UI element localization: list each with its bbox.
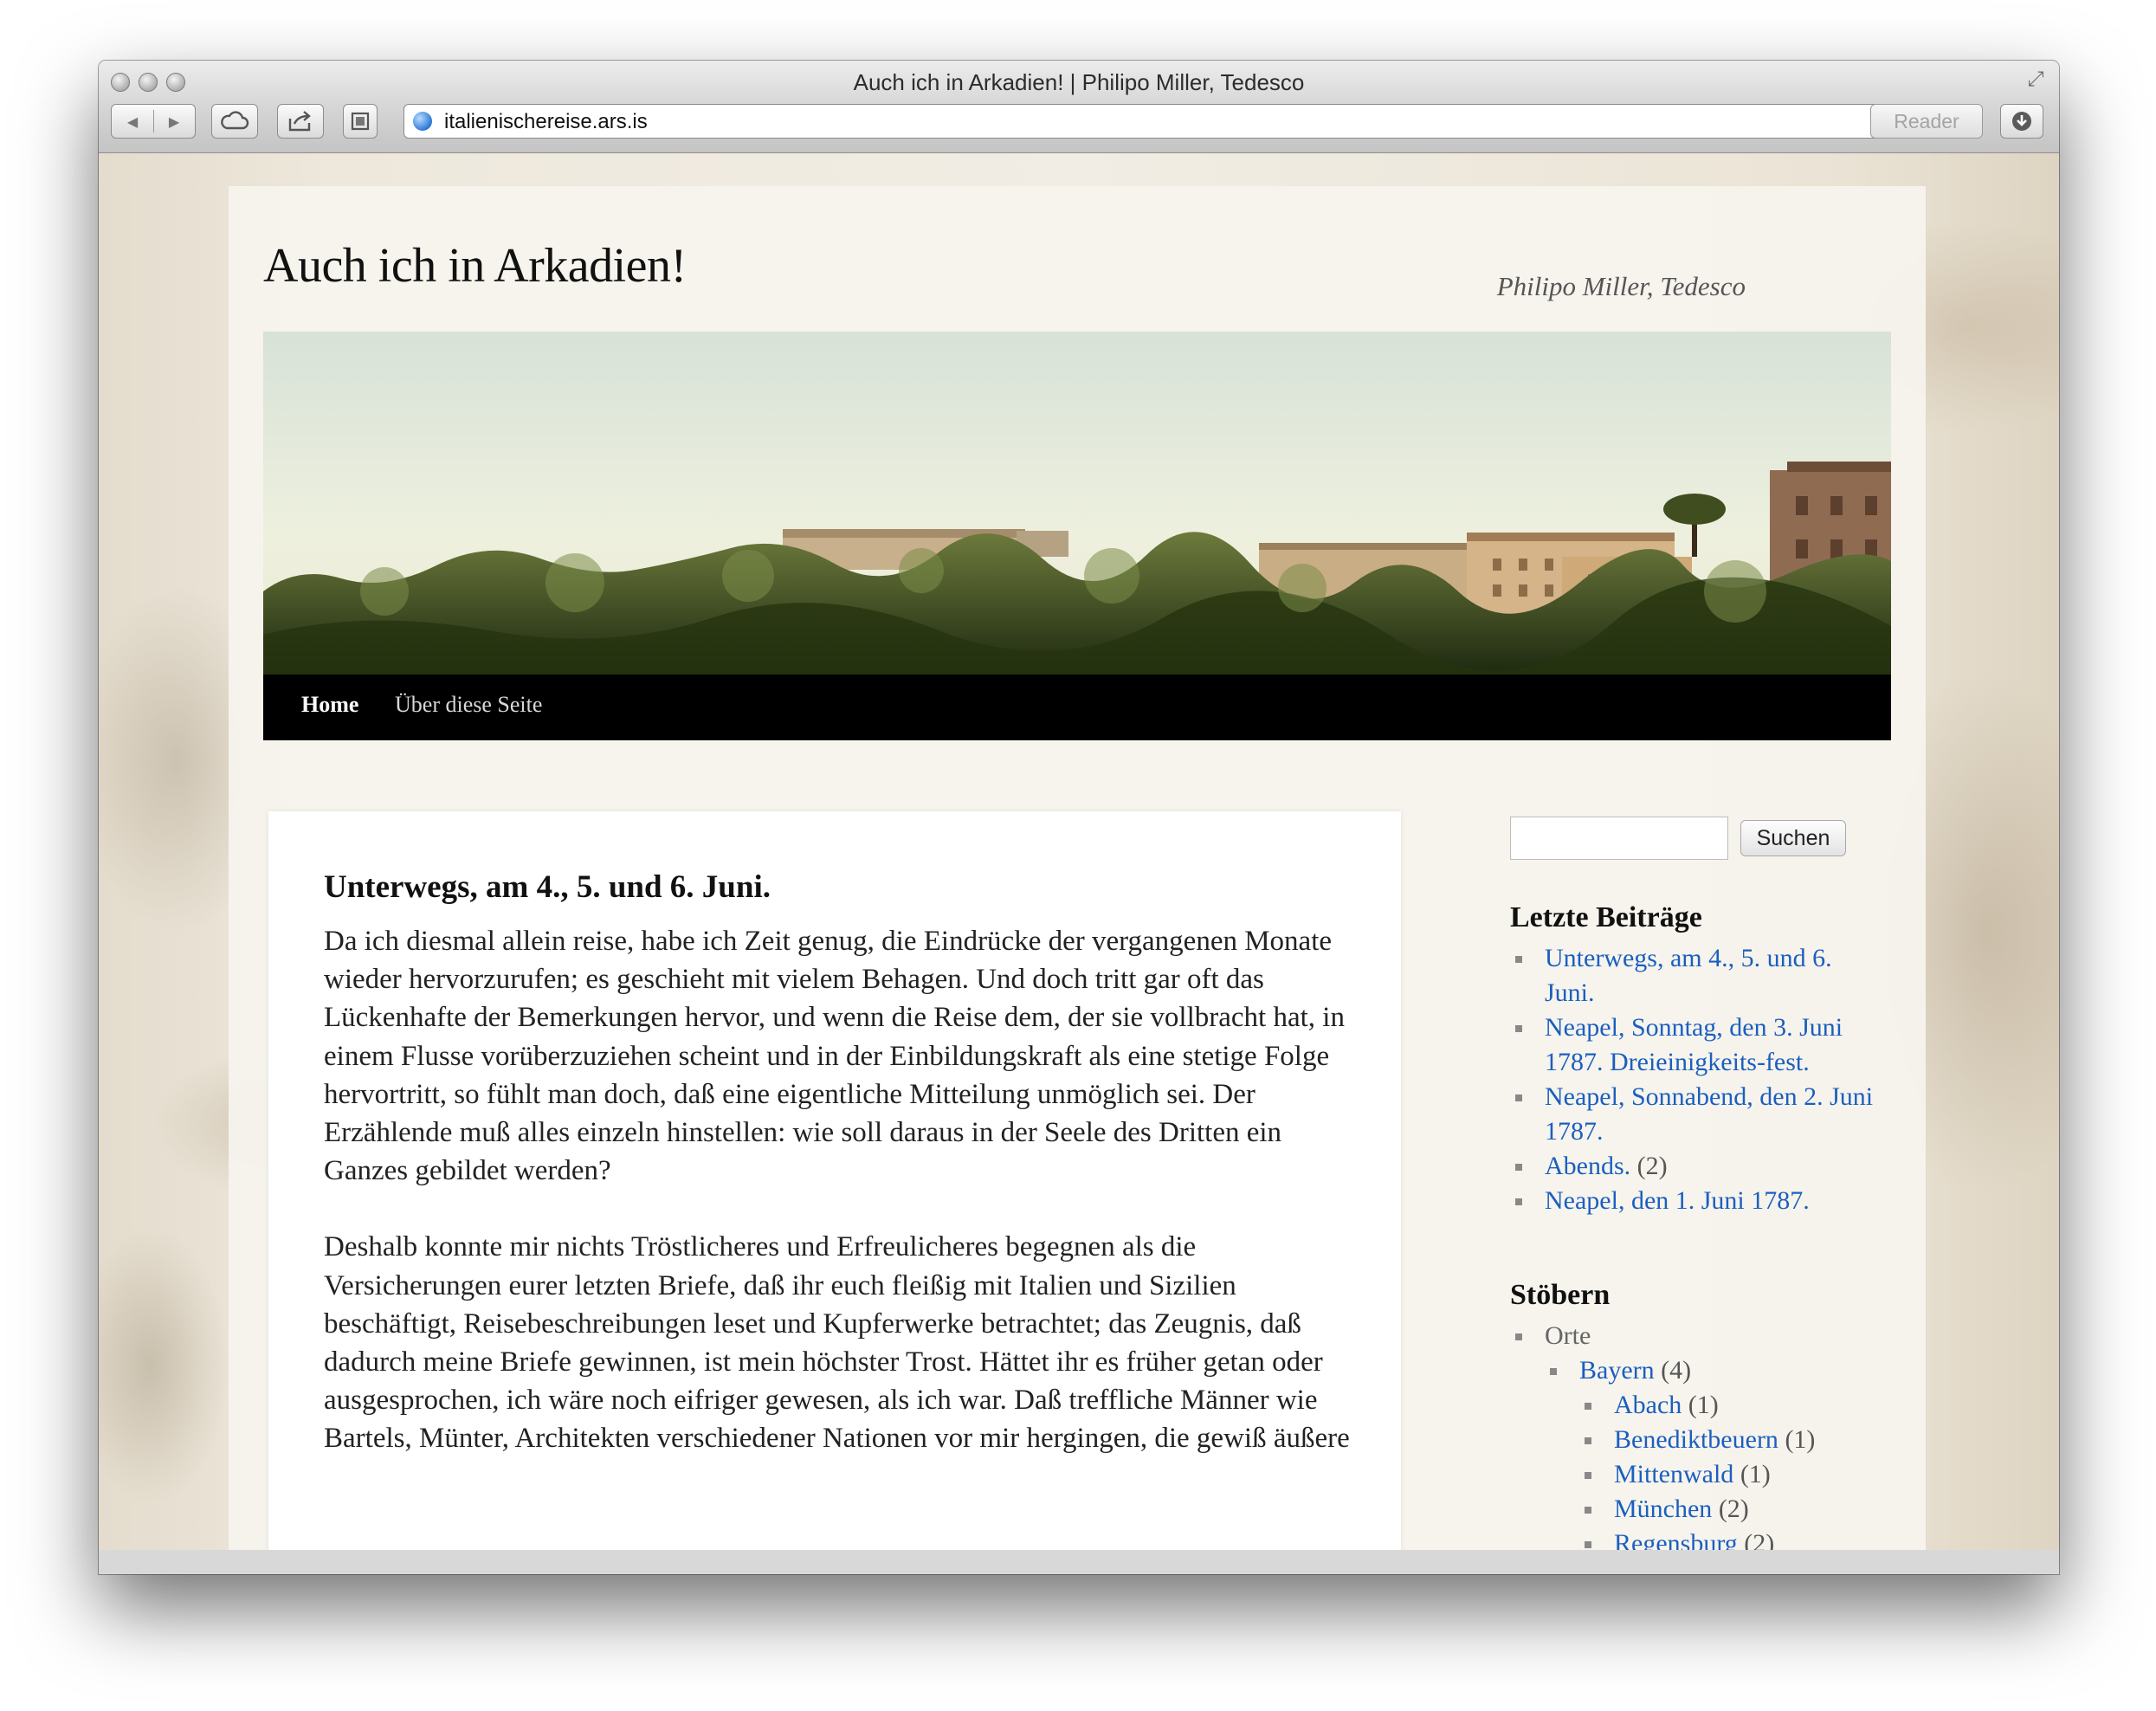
reading-list-button[interactable] [343,104,378,139]
search-button[interactable]: Suchen [1740,820,1846,856]
post-count: (2) [1636,1152,1668,1180]
category-count: (4) [1661,1356,1692,1385]
category-label: Orte [1545,1321,1591,1350]
site-title[interactable]: Auch ich in Arkadien! [263,238,687,294]
post-title[interactable]: Unterwegs, am 4., 5. und 6. Juni. [324,868,771,906]
menu-item-home[interactable]: Home [301,692,358,718]
list-item: Unterwegs, am 4., 5. und 6. Juni. [1510,941,1882,1010]
list-item: München (2) [1579,1492,1882,1527]
site-description: Philipo Miller, Tedesco [1496,271,1746,301]
post-paragraph: Da ich diesmal allein reise, habe ich Ze… [324,926,1345,1187]
fullscreen-icon[interactable]: ⤢ [2024,68,2047,90]
icloud-tabs-button[interactable] [211,104,258,139]
recent-post-link[interactable]: Unterwegs, am 4., 5. und 6. Juni. [1545,944,1832,1007]
menu-item-about[interactable]: Über diese Seite [395,692,542,718]
landscape-image [263,332,1891,675]
url-text: italienischereise.ars.is [444,110,648,133]
category-link[interactable]: Mittenwald [1614,1460,1733,1488]
back-forward-buttons: ◀ ▶ [111,104,196,139]
header-image[interactable] [263,332,1891,675]
downloads-button[interactable] [2000,104,2043,139]
share-icon [288,111,311,132]
list-item: Neapel, Sonnabend, den 2. Juni 1787. [1510,1080,1882,1149]
post-paragraph: Deshalb konnte mir nichts Tröstlicheres … [324,1231,1350,1455]
browser-window: Auch ich in Arkadien! | Philipo Miller, … [99,61,2059,1574]
page-container: Auch ich in Arkadien! Philipo Miller, Te… [229,186,1926,1550]
category-count: (1) [1688,1391,1719,1419]
recent-posts-list: Unterwegs, am 4., 5. und 6. Juni. Neapel… [1510,941,1882,1218]
search-input[interactable] [1510,817,1728,860]
divider [153,110,154,132]
list-item: Abends. (2) [1510,1149,1882,1184]
category-link[interactable]: Abach [1614,1391,1682,1419]
reader-button[interactable]: Reader [1870,104,1983,139]
address-bar[interactable]: italienischereise.ars.is ↻ [403,104,1933,139]
category-link[interactable]: Benediktbeuern [1614,1425,1778,1454]
web-content: Auch ich in Arkadien! Philipo Miller, Te… [99,153,2059,1550]
list-item: Regensburg (2) [1579,1527,1882,1550]
sidebar-icon [351,112,370,131]
category-link[interactable]: Bayern [1579,1356,1655,1385]
category-link[interactable]: Regensburg [1614,1529,1738,1550]
post-content: Da ich diesmal allein reise, habe ich Ze… [324,922,1363,1496]
category-count: (2) [1718,1495,1749,1523]
list-item: Neapel, Sonntag, den 3. Juni 1787. Dreie… [1510,1010,1882,1080]
category-count: (1) [1740,1460,1771,1488]
list-item: Neapel, den 1. Juni 1787. [1510,1184,1882,1218]
browse-list: Orte Bayern (4) Abach (1) Benediktbeuern… [1510,1319,1882,1550]
back-button[interactable]: ◀ [112,106,153,139]
list-item: Benediktbeuern (1) [1579,1423,1882,1457]
category-count: (1) [1785,1425,1816,1454]
category-count: (2) [1744,1529,1775,1550]
recent-post-link[interactable]: Neapel, Sonntag, den 3. Juni 1787. Dreie… [1545,1013,1843,1076]
forward-button[interactable]: ▶ [153,106,195,139]
title-bar: Auch ich in Arkadien! | Philipo Miller, … [99,61,2059,153]
globe-icon [413,112,432,131]
share-button[interactable] [277,104,324,139]
main-menu: Home Über diese Seite [263,675,1891,740]
category-link[interactable]: München [1614,1495,1712,1523]
recent-posts-title: Letzte Beiträge [1510,901,1702,933]
download-icon [2012,112,2031,131]
cloud-icon [221,111,249,130]
list-item: Bayern (4) [1545,1353,1882,1388]
recent-post-link[interactable]: Neapel, den 1. Juni 1787. [1545,1186,1810,1215]
post-article: Unterwegs, am 4., 5. und 6. Juni. Da ich… [268,811,1401,1550]
browse-title: Stöbern [1510,1279,1611,1311]
recent-post-link[interactable]: Neapel, Sonnabend, den 2. Juni 1787. [1545,1082,1873,1146]
list-item: Mittenwald (1) [1579,1457,1882,1492]
recent-post-link[interactable]: Abends. [1545,1152,1630,1180]
list-item: Abach (1) [1579,1388,1882,1423]
window-title: Auch ich in Arkadien! | Philipo Miller, … [853,69,1305,95]
list-item: Orte [1510,1319,1882,1353]
